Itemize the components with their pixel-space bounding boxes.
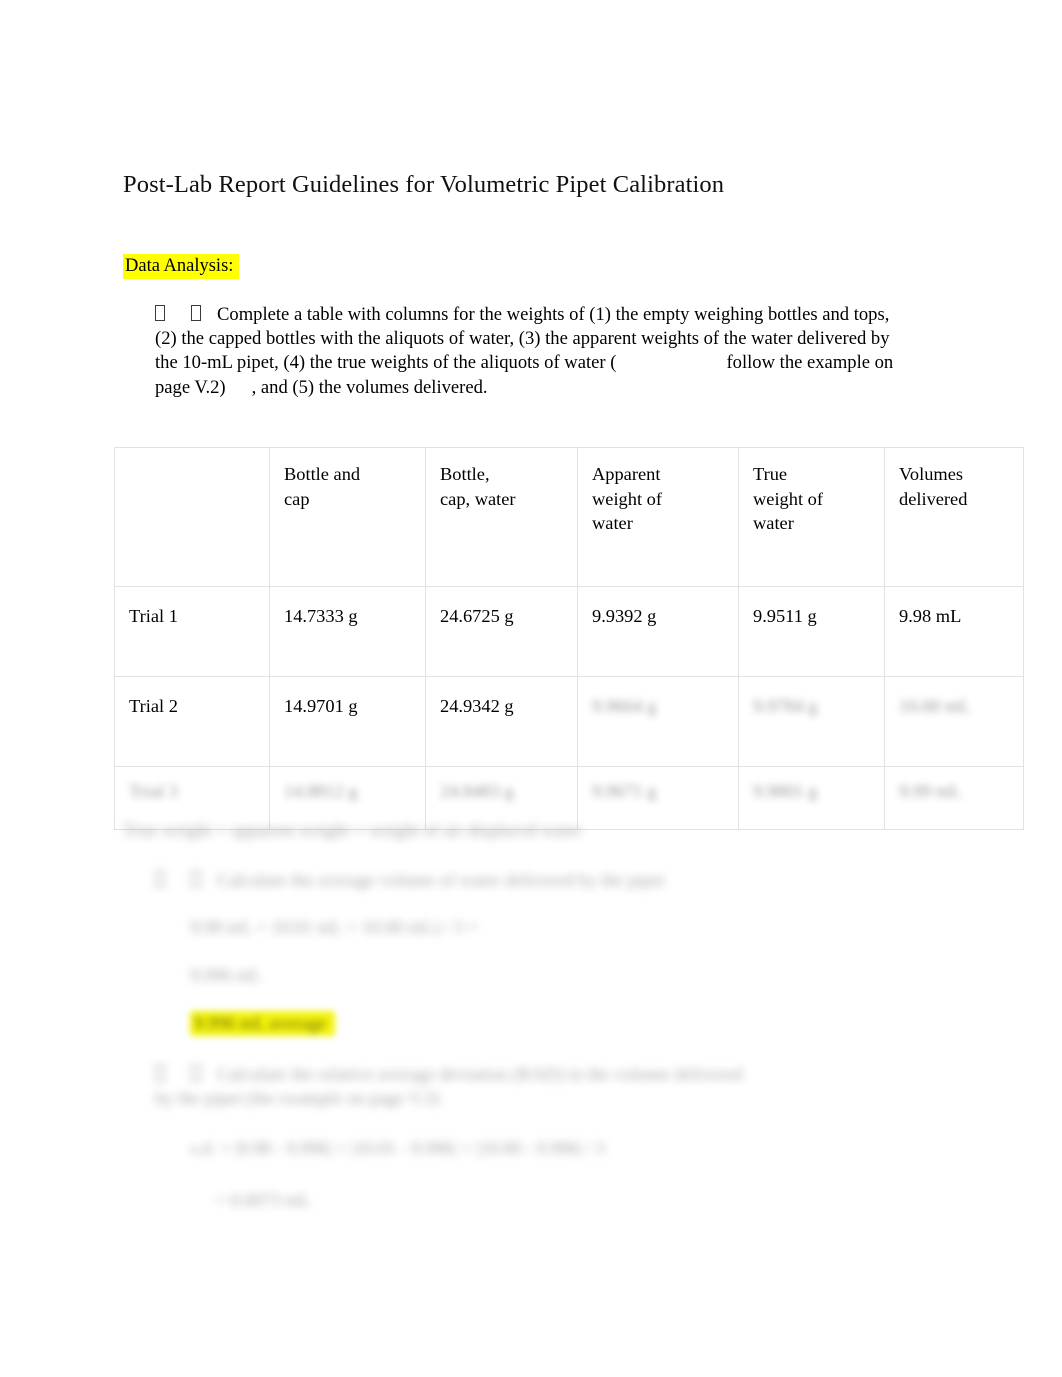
table-cell-volume-delivered: 9.98 mL [884,586,1024,677]
section-heading-label: Data Analysis: [123,254,240,279]
bullet-3-text: Calculate the relative average deviation… [155,1064,743,1109]
table-header-row: Bottle and cap Bottle, cap, water Appare… [114,447,1024,587]
table-header-cell-bottle-and-cap: Bottle and cap [269,447,426,587]
table-cell-apparent-weight: 9.9671 g [577,766,739,830]
table-cell-volume-delivered: 9.99 mL [884,766,1024,830]
section-heading-data-analysis: Data Analysis: [123,254,240,279]
table-cell-bottle-cap-water: 24.9342 g [425,676,578,767]
table-header-cell-volumes-delivered: Volumes delivered [884,447,1024,587]
calculation-result-average: 9.996 mL [190,965,262,985]
table-row: Trial 2 14.9701 g 24.9342 g 9.9664 g 9.9… [114,676,1024,767]
missing-glyph-icon [155,305,165,321]
calculation-result-rad: = 0.0073 mL [215,1190,311,1210]
bullet-marker-group [155,1062,217,1086]
bullet-2-text: Calculate the average volume of water de… [217,870,665,890]
missing-glyph-icon [155,1065,165,1081]
missing-glyph-icon [191,305,201,321]
list-item-bullet-1: Complete a table with columns for the we… [155,303,915,400]
missing-glyph-icon [191,1065,201,1081]
table-cell-apparent-weight: 9.9392 g [577,586,739,677]
table-header-cell-apparent-weight: Apparent weight of water [577,447,739,587]
table-cell-volume-delivered: 10.00 mL [884,676,1024,767]
list-item-bullet-2: Calculate the average volume of water de… [155,868,795,892]
table-header-cell-bottle-cap-water: Bottle, cap, water [425,447,578,587]
list-item-bullet-3: Calculate the relative average deviation… [155,1062,755,1110]
missing-glyph-icon [155,871,165,887]
table-cell-trial-label: Trial 1 [114,586,270,677]
calculation-line-average: 9.98 mL + 10.01 mL + 10.00 mL) / 3 = [190,917,478,937]
table-cell-bottle-and-cap: 14.7333 g [269,586,426,677]
table-cell-apparent-weight: 9.9664 g [577,676,739,767]
table-row: Trial 1 14.7333 g 24.6725 g 9.9392 g 9.9… [114,586,1024,677]
page-title: Post-Lab Report Guidelines for Volumetri… [123,171,725,198]
bullet-marker-group [155,303,217,327]
calculation-line-rad: s.d. = |9.98 - 9.996| + |10.01 - 9.996| … [190,1138,605,1158]
table-cell-bottle-and-cap: 14.9701 g [269,676,426,767]
highlighted-answer-text: 9.996 mL average [190,1011,335,1036]
bullet-1-text-part3: , and (5) the volumes delivered. [251,376,488,398]
bullet-marker-group [155,868,217,892]
document-page: Post-Lab Report Guidelines for Volumetri… [0,0,1062,1377]
table-cell-trial-label: Trial 2 [114,676,270,767]
table-cell-true-weight: 9.9511 g [738,586,885,677]
missing-glyph-icon [191,871,201,887]
table-header-cell-blank [114,447,270,587]
table-cell-bottle-cap-water: 24.6725 g [425,586,578,677]
table-cell-true-weight: 9.9784 g [738,676,885,767]
table-header-cell-true-weight: True weight of water [738,447,885,587]
true-weight-formula-note: True weight = apparent weight + weight o… [123,820,583,840]
calibration-data-table: Bottle and cap Bottle, cap, water Appare… [114,447,1024,830]
highlighted-answer: 9.996 mL average [190,1011,335,1036]
table-cell-true-weight: 9.9801 g [738,766,885,830]
